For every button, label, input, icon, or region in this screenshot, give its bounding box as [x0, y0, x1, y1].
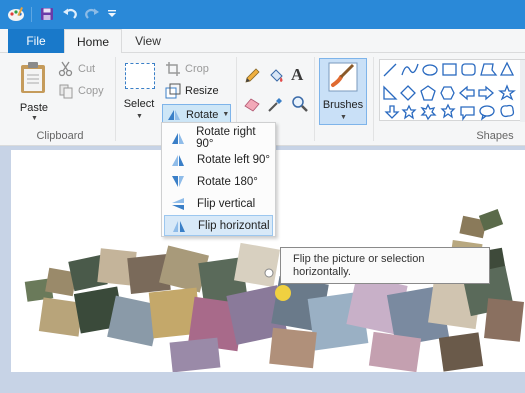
- shapes-group-label: Shapes: [476, 130, 514, 142]
- paste-dropdown-chevron-icon: ▼: [31, 115, 38, 122]
- copy-label: Copy: [78, 85, 104, 97]
- menu-item-flip-vertical[interactable]: Flip vertical: [164, 193, 273, 214]
- crop-icon: [166, 62, 180, 76]
- tab-file[interactable]: File: [8, 29, 64, 53]
- fill-icon[interactable]: [267, 67, 285, 85]
- magnifier-icon[interactable]: [291, 95, 309, 113]
- select-icon: [125, 63, 155, 89]
- rotate-icon: [168, 110, 180, 120]
- menu-item-rotate-right[interactable]: Rotate right 90°: [164, 125, 273, 150]
- paste-label: Paste: [19, 102, 49, 114]
- group-separator: [314, 57, 315, 141]
- rotate-right-icon: [167, 131, 188, 145]
- title-bar: [0, 0, 525, 29]
- scissors-icon: [58, 61, 73, 77]
- cut-label: Cut: [78, 63, 96, 75]
- menu-item-label: Rotate 180°: [197, 175, 258, 188]
- brush-icon: [328, 62, 358, 92]
- pencil-icon[interactable]: [243, 67, 261, 85]
- color-picker-icon[interactable]: [267, 95, 285, 113]
- copy-icon: [59, 84, 73, 99]
- shapes-gallery-icons: [383, 60, 525, 122]
- rotate-left-icon: [167, 153, 189, 167]
- shapes-gallery[interactable]: [379, 59, 525, 122]
- copy-button[interactable]: Copy: [58, 81, 104, 101]
- crop-label: Crop: [185, 63, 209, 75]
- tab-home[interactable]: Home: [64, 29, 122, 54]
- select-dropdown-chevron-icon: ▼: [136, 113, 143, 120]
- menu-item-label: Flip horizontal: [198, 219, 270, 232]
- ribbon-tabs: File Home View: [0, 29, 525, 54]
- select-label: Select: [123, 98, 155, 110]
- menu-item-flip-horizontal[interactable]: Flip horizontal: [164, 215, 273, 236]
- flip-horizontal-icon: [168, 219, 190, 233]
- rotate-dropdown-menu: Rotate right 90° Rotate left 90° Rotate …: [161, 122, 276, 237]
- select-button[interactable]: Select ▼: [120, 59, 158, 123]
- brushes-label: Brushes: [322, 99, 364, 111]
- customize-quick-access-icon[interactable]: [105, 5, 119, 23]
- flip-vertical-icon: [167, 197, 189, 211]
- redo-icon[interactable]: [83, 5, 101, 23]
- menu-item-label: Rotate left 90°: [197, 153, 271, 166]
- quick-access-separator: [31, 7, 32, 22]
- rotate-label: Rotate: [186, 108, 219, 121]
- rotate-180-icon: [167, 175, 189, 189]
- tooltip: Flip the picture or selection horizontal…: [280, 247, 490, 284]
- text-icon[interactable]: A: [291, 65, 309, 85]
- eraser-icon[interactable]: [243, 95, 261, 113]
- group-separator: [115, 57, 116, 141]
- menu-item-label: Flip vertical: [197, 197, 256, 210]
- resize-icon: [165, 83, 181, 99]
- resize-button[interactable]: Resize: [165, 81, 219, 101]
- resize-label: Resize: [185, 85, 219, 97]
- paste-button[interactable]: Paste ▼: [14, 59, 54, 123]
- rotate-dropdown-chevron-icon: ▼: [222, 111, 230, 118]
- save-icon[interactable]: [38, 5, 56, 23]
- menu-item-rotate-180[interactable]: Rotate 180°: [164, 171, 273, 192]
- menu-item-label: Rotate right 90°: [196, 125, 256, 150]
- paste-icon: [21, 62, 45, 93]
- crop-button[interactable]: Crop: [165, 59, 209, 79]
- menu-item-rotate-left[interactable]: Rotate left 90°: [164, 149, 273, 170]
- cut-button[interactable]: Cut: [58, 59, 95, 79]
- tab-view[interactable]: View: [124, 29, 172, 53]
- undo-icon[interactable]: [61, 5, 79, 23]
- clipboard-group-label: Clipboard: [36, 130, 84, 142]
- group-separator: [373, 57, 374, 141]
- brushes-button[interactable]: Brushes ▼: [319, 58, 367, 125]
- paint-app-icon[interactable]: [6, 5, 26, 23]
- brushes-dropdown-chevron-icon: ▼: [340, 114, 347, 121]
